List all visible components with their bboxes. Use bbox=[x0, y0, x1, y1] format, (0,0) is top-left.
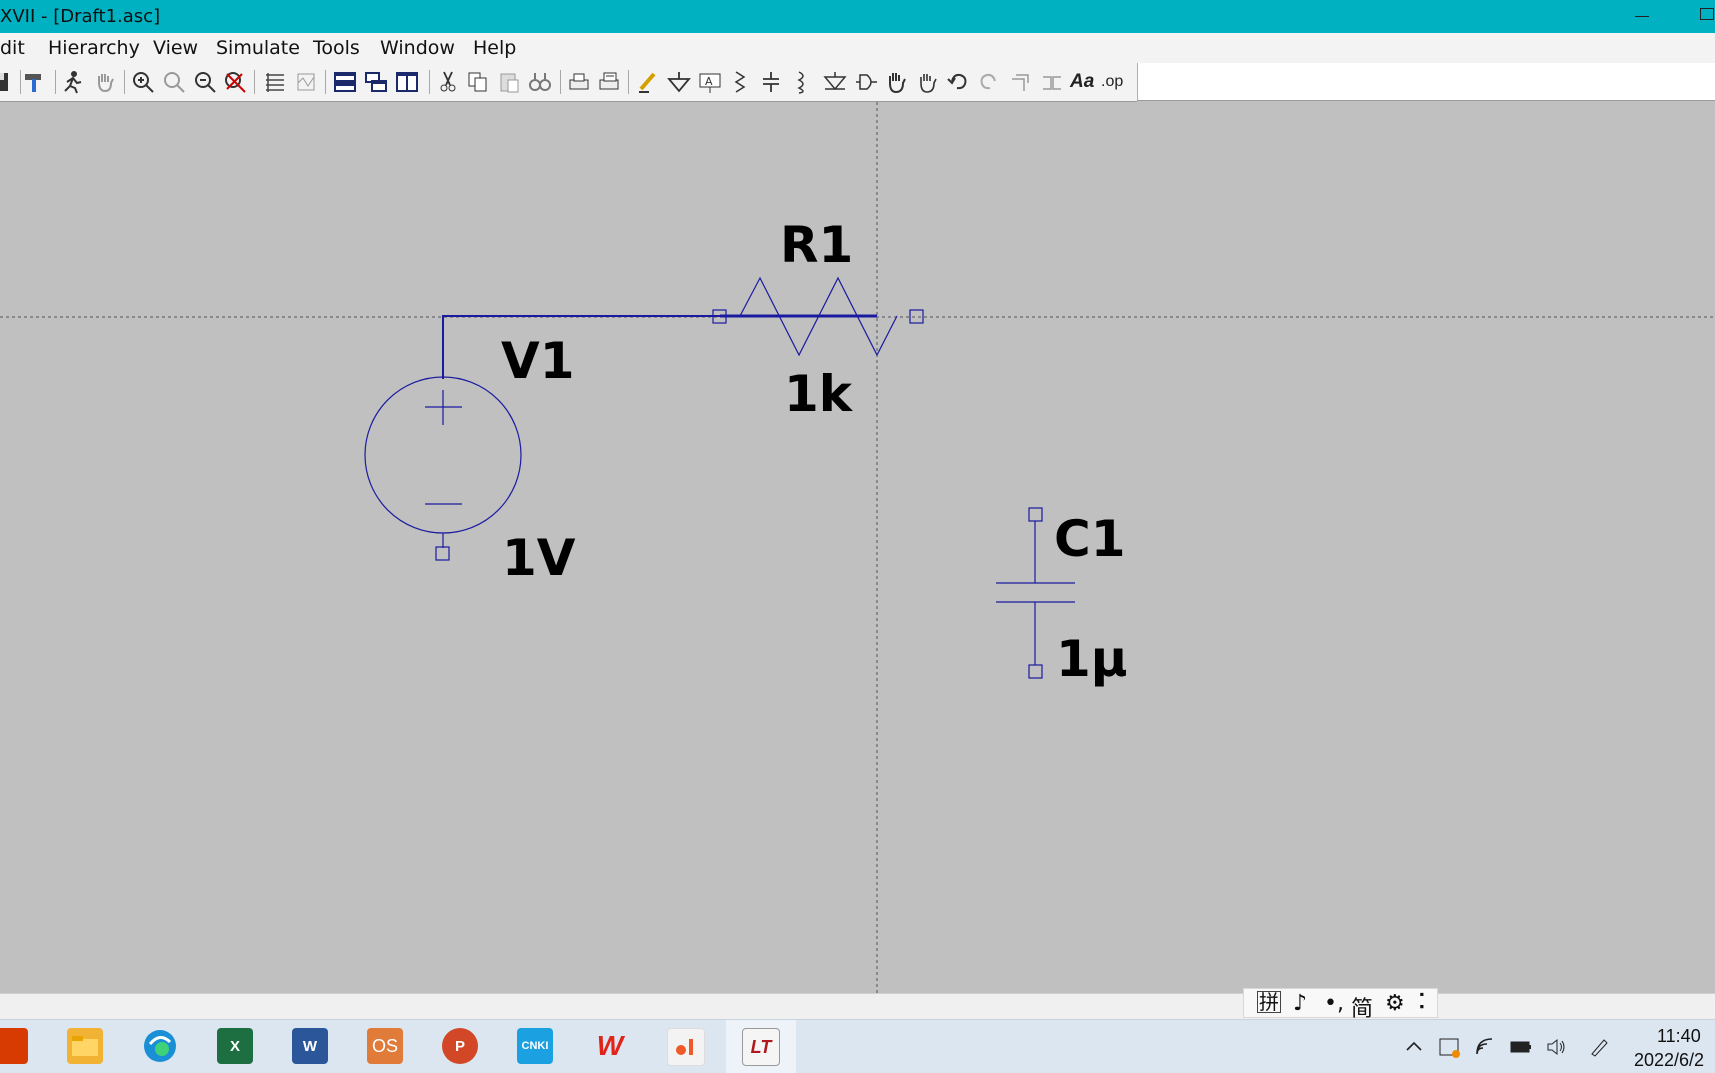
menu-hierarchy[interactable]: Hierarchy bbox=[48, 37, 140, 59]
halt-hand-icon[interactable] bbox=[92, 69, 118, 95]
powerpoint-icon[interactable]: P bbox=[442, 1028, 478, 1064]
edge-browser-icon[interactable] bbox=[142, 1028, 178, 1064]
hammer-icon[interactable] bbox=[21, 69, 47, 95]
voltage-source-v1[interactable] bbox=[364, 376, 522, 561]
toolbar-separator bbox=[124, 70, 125, 94]
redo-icon[interactable] bbox=[976, 69, 1002, 95]
toolbar-separator bbox=[55, 70, 56, 94]
waveform-icon[interactable] bbox=[293, 69, 319, 95]
menu-simulate[interactable]: Simulate bbox=[216, 37, 300, 59]
v1-ref-label: V1 bbox=[501, 332, 575, 390]
maximize-button[interactable] bbox=[1700, 8, 1714, 20]
menu-tools[interactable]: Tools bbox=[313, 37, 360, 59]
word-icon[interactable]: W bbox=[292, 1028, 328, 1064]
window-title: XVII - [Draft1.asc] bbox=[0, 6, 161, 27]
minimize-button[interactable] bbox=[1633, 5, 1651, 23]
clock-time[interactable]: 11:40 bbox=[1657, 1026, 1701, 1047]
cascade-icon[interactable] bbox=[363, 69, 389, 95]
zoom-fit-icon[interactable] bbox=[222, 69, 248, 95]
menu-view[interactable]: View bbox=[153, 37, 198, 59]
autoscale-icon[interactable] bbox=[262, 69, 288, 95]
r1-value-label: 1k bbox=[784, 365, 854, 423]
pin-v1-negative bbox=[435, 546, 450, 561]
zoom-out-icon[interactable] bbox=[192, 69, 218, 95]
toolbar-separator bbox=[325, 70, 326, 94]
r1-ref-label: R1 bbox=[780, 216, 853, 274]
ime-punctuation-icon[interactable]: •, bbox=[1324, 991, 1344, 1016]
menu-window[interactable]: Window bbox=[380, 37, 455, 59]
pin-c1-top bbox=[1028, 507, 1043, 522]
sync-icon[interactable] bbox=[1438, 1036, 1460, 1058]
toolbar-separator bbox=[429, 70, 430, 94]
toolbar-empty-area bbox=[1137, 63, 1715, 101]
clock-date[interactable]: 2022/6/2 bbox=[1634, 1050, 1704, 1071]
save-icon[interactable] bbox=[0, 69, 12, 95]
toolbar-separator bbox=[560, 70, 561, 94]
excel-icon[interactable]: X bbox=[217, 1028, 253, 1064]
toolbar: A Aa .op bbox=[0, 63, 1137, 102]
find-icon[interactable] bbox=[527, 69, 553, 95]
file-explorer-icon[interactable] bbox=[67, 1028, 103, 1064]
menu-bar: dit Hierarchy View Simulate Tools Window… bbox=[0, 33, 1715, 63]
cut-icon[interactable] bbox=[435, 69, 461, 95]
ime-pinyin-button[interactable]: 拼 bbox=[1257, 991, 1281, 1013]
move-icon[interactable] bbox=[883, 69, 909, 95]
taskbar: X W OS P CNKI W LT 11:40 2022/6/2 bbox=[0, 1019, 1715, 1073]
tile-vertical-icon[interactable] bbox=[394, 69, 420, 95]
rotate-icon[interactable] bbox=[1008, 69, 1034, 95]
toolbar-separator bbox=[628, 70, 629, 94]
zoom-in-icon[interactable] bbox=[130, 69, 156, 95]
tile-horizontal-icon[interactable] bbox=[332, 69, 358, 95]
menu-help[interactable]: Help bbox=[473, 37, 516, 59]
pan-icon[interactable] bbox=[161, 69, 187, 95]
wps-icon[interactable]: W bbox=[592, 1028, 628, 1064]
capacitor-icon[interactable] bbox=[758, 69, 784, 95]
print-preview-icon[interactable] bbox=[596, 69, 622, 95]
status-bar bbox=[0, 993, 1715, 1020]
pen-icon[interactable] bbox=[1588, 1036, 1610, 1058]
pin-r1-right bbox=[909, 309, 924, 324]
diode-icon[interactable] bbox=[822, 69, 848, 95]
component-icon[interactable] bbox=[853, 69, 879, 95]
schematic-svg: V1 1V R1 1k C1 1µ bbox=[0, 102, 1715, 993]
ime-moon-icon[interactable]: ♪ bbox=[1293, 991, 1307, 1016]
ime-more-icon[interactable]: ⠅ bbox=[1417, 991, 1433, 1016]
undo-icon[interactable] bbox=[945, 69, 971, 95]
toolbar-separator bbox=[254, 70, 255, 94]
v1-value-label: 1V bbox=[502, 529, 576, 587]
paste-icon[interactable] bbox=[496, 69, 522, 95]
c1-value-label: 1µ bbox=[1056, 630, 1128, 688]
text-icon[interactable]: Aa bbox=[1070, 69, 1096, 95]
cnki-icon[interactable]: CNKI bbox=[517, 1028, 553, 1064]
volume-icon[interactable] bbox=[1545, 1036, 1567, 1058]
show-hidden-icons-icon[interactable] bbox=[1403, 1036, 1425, 1058]
label-net-icon[interactable]: A bbox=[697, 69, 723, 95]
drag-icon[interactable] bbox=[914, 69, 940, 95]
wifi-icon[interactable] bbox=[1474, 1036, 1496, 1058]
menu-edit[interactable]: dit bbox=[0, 37, 25, 59]
mirror-icon[interactable] bbox=[1039, 69, 1065, 95]
ime-settings-icon[interactable]: ⚙ bbox=[1385, 991, 1405, 1016]
inductor-icon[interactable] bbox=[789, 69, 815, 95]
schematic-canvas[interactable]: V1 1V R1 1k C1 1µ bbox=[0, 102, 1715, 993]
ground-icon[interactable] bbox=[666, 69, 692, 95]
os-app-icon[interactable]: OS bbox=[367, 1028, 403, 1064]
c1-ref-label: C1 bbox=[1054, 510, 1125, 568]
resistor-icon[interactable] bbox=[727, 69, 753, 95]
office-app-icon[interactable] bbox=[0, 1028, 28, 1064]
svg-text:A: A bbox=[705, 75, 713, 88]
title-bar: XVII - [Draft1.asc] bbox=[0, 0, 1715, 33]
pin-c1-bottom bbox=[1028, 664, 1043, 679]
ltspice-icon[interactable]: LT bbox=[742, 1028, 780, 1066]
print-icon[interactable] bbox=[566, 69, 592, 95]
slides-app-icon[interactable] bbox=[667, 1028, 705, 1066]
draw-wire-icon[interactable] bbox=[635, 69, 661, 95]
copy-icon[interactable] bbox=[465, 69, 491, 95]
battery-icon[interactable] bbox=[1509, 1036, 1531, 1058]
run-icon[interactable] bbox=[59, 69, 85, 95]
ime-toolbar: 拼 ♪ •, 简 ⚙ ⠅ bbox=[1243, 988, 1438, 1022]
spice-directive-icon[interactable]: .op bbox=[1101, 69, 1127, 95]
